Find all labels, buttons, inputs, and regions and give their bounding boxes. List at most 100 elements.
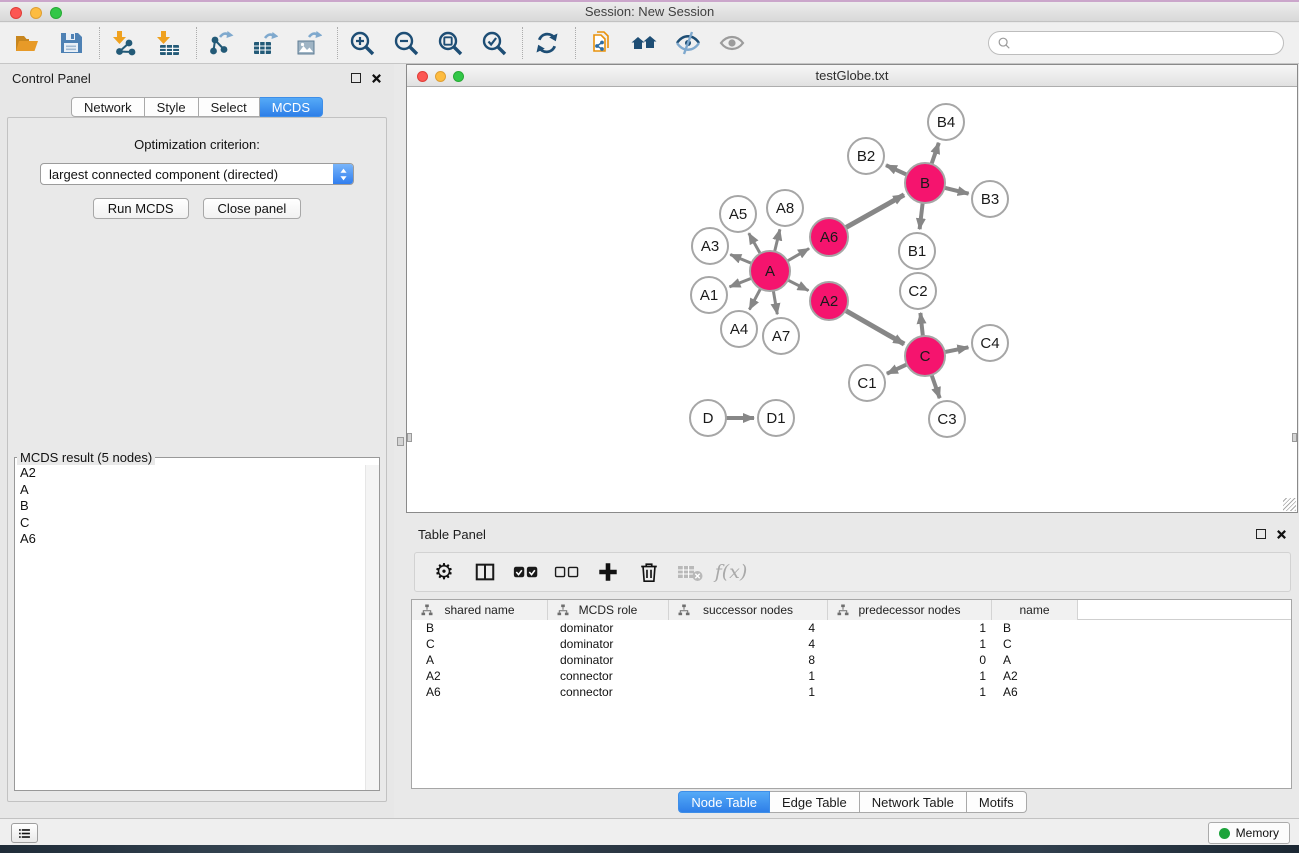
table-cell[interactable]: dominator xyxy=(548,621,669,635)
mcds-result-item[interactable]: A2 xyxy=(15,465,379,482)
export-table-icon[interactable] xyxy=(247,26,283,60)
table-row[interactable]: Bdominator41B xyxy=(412,620,1291,636)
show-graphics-details-icon[interactable] xyxy=(670,26,706,60)
import-network-icon[interactable] xyxy=(106,26,142,60)
table-cell[interactable]: 1 xyxy=(828,685,992,699)
search-box[interactable] xyxy=(988,31,1284,55)
delete-row-icon[interactable] xyxy=(636,559,662,585)
table-row[interactable]: Adominator80A xyxy=(412,652,1291,668)
table-cell[interactable]: C xyxy=(992,637,1078,651)
table-cell[interactable]: connector xyxy=(548,669,669,683)
tab-select[interactable]: Select xyxy=(199,97,260,117)
table-cell[interactable]: dominator xyxy=(548,653,669,667)
table-cell[interactable]: C xyxy=(412,637,548,651)
graph-node-A4[interactable]: A4 xyxy=(721,311,757,347)
table-row[interactable]: A2connector11A2 xyxy=(412,668,1291,684)
tab-style[interactable]: Style xyxy=(145,97,199,117)
close-window-button[interactable] xyxy=(10,7,22,19)
show-columns-icon[interactable] xyxy=(472,559,498,585)
table-cell[interactable]: A6 xyxy=(992,685,1078,699)
splitter-handle[interactable] xyxy=(397,437,404,446)
apply-layout-icon[interactable] xyxy=(529,26,565,60)
close-panel-button[interactable]: Close panel xyxy=(203,198,302,219)
column-header-name[interactable]: name xyxy=(992,600,1078,620)
table-cell[interactable]: connector xyxy=(548,685,669,699)
zoom-window-button[interactable] xyxy=(50,7,62,19)
graph-node-C3[interactable]: C3 xyxy=(929,401,965,437)
node-table[interactable]: shared nameMCDS rolesuccessor nodesprede… xyxy=(411,599,1292,789)
column-header-shared-name[interactable]: shared name xyxy=(412,600,548,620)
close-panel-icon[interactable] xyxy=(371,73,382,84)
mcds-result-item[interactable]: B xyxy=(15,498,379,515)
table-cell[interactable]: 0 xyxy=(828,653,992,667)
table-cell[interactable]: 1 xyxy=(669,685,828,699)
table-cell[interactable]: 4 xyxy=(669,621,828,635)
column-header-predecessor-nodes[interactable]: predecessor nodes xyxy=(828,600,992,620)
column-header-mcds-role[interactable]: MCDS role xyxy=(548,600,669,620)
memory-button[interactable]: Memory xyxy=(1208,822,1290,844)
graph-node-C2[interactable]: C2 xyxy=(900,273,936,309)
export-image-icon[interactable] xyxy=(291,26,327,60)
run-mcds-button[interactable]: Run MCDS xyxy=(93,198,189,219)
export-network-icon[interactable] xyxy=(203,26,239,60)
graph-node-A8[interactable]: A8 xyxy=(767,190,803,226)
graph-node-B4[interactable]: B4 xyxy=(928,104,964,140)
table-cell[interactable]: 1 xyxy=(828,621,992,635)
select-all-icon[interactable] xyxy=(513,559,539,585)
graph-node-B[interactable]: B xyxy=(905,163,945,203)
table-cell[interactable]: 1 xyxy=(828,637,992,651)
zoom-in-icon[interactable] xyxy=(344,26,380,60)
save-session-icon[interactable] xyxy=(53,26,89,60)
zoom-out-icon[interactable] xyxy=(388,26,424,60)
window-edge-handle-right[interactable] xyxy=(1292,433,1297,442)
task-history-button[interactable] xyxy=(11,823,38,843)
zoom-selected-icon[interactable] xyxy=(476,26,512,60)
float-panel-icon[interactable] xyxy=(351,73,361,83)
tab-network[interactable]: Network xyxy=(71,97,145,117)
graph-node-A7[interactable]: A7 xyxy=(763,318,799,354)
table-row[interactable]: Cdominator41C xyxy=(412,636,1291,652)
network-zoom-button[interactable] xyxy=(453,71,464,82)
table-cell[interactable]: A2 xyxy=(412,669,548,683)
graph-node-B3[interactable]: B3 xyxy=(972,181,1008,217)
graph-node-D[interactable]: D xyxy=(690,400,726,436)
graph-node-C[interactable]: C xyxy=(905,336,945,376)
table-row[interactable]: A6connector11A6 xyxy=(412,684,1291,700)
table-cell[interactable]: B xyxy=(412,621,548,635)
graph-node-A1[interactable]: A1 xyxy=(691,277,727,313)
table-settings-icon[interactable]: ⚙ xyxy=(431,559,457,585)
mcds-result-list[interactable]: A2ABCA6 xyxy=(15,465,379,790)
network-canvas[interactable]: AA1A2A3A4A5A6A7A8BB1B2B3B4CC1C2C3C4DD1 xyxy=(407,88,1297,512)
graph-node-C1[interactable]: C1 xyxy=(849,365,885,401)
unselect-all-icon[interactable] xyxy=(554,559,580,585)
graph-node-B2[interactable]: B2 xyxy=(848,138,884,174)
graph-node-A5[interactable]: A5 xyxy=(720,196,756,232)
criterion-dropdown[interactable]: largest connected component (directed) xyxy=(40,163,354,185)
add-row-icon[interactable] xyxy=(595,559,621,585)
tab-node-table[interactable]: Node Table xyxy=(678,791,770,813)
graph-node-A[interactable]: A xyxy=(750,251,790,291)
graph-node-A2[interactable]: A2 xyxy=(810,282,848,320)
close-table-panel-icon[interactable] xyxy=(1276,529,1287,540)
table-cell[interactable]: A6 xyxy=(412,685,548,699)
mcds-result-item[interactable]: A xyxy=(15,482,379,499)
network-window-titlebar[interactable]: testGlobe.txt xyxy=(407,65,1297,87)
minimize-window-button[interactable] xyxy=(30,7,42,19)
zoom-fit-icon[interactable] xyxy=(432,26,468,60)
graph-node-B1[interactable]: B1 xyxy=(899,233,935,269)
float-table-panel-icon[interactable] xyxy=(1256,529,1266,539)
table-cell[interactable]: 1 xyxy=(828,669,992,683)
graph-node-A6[interactable]: A6 xyxy=(810,218,848,256)
new-network-from-selection-icon[interactable] xyxy=(582,26,618,60)
tab-edge-table[interactable]: Edge Table xyxy=(770,791,860,813)
tab-motifs[interactable]: Motifs xyxy=(967,791,1027,813)
mcds-result-item[interactable]: C xyxy=(15,515,379,532)
tab-network-table[interactable]: Network Table xyxy=(860,791,967,813)
table-cell[interactable]: 4 xyxy=(669,637,828,651)
table-cell[interactable]: A xyxy=(412,653,548,667)
table-cell[interactable]: 8 xyxy=(669,653,828,667)
network-close-button[interactable] xyxy=(417,71,428,82)
table-cell[interactable]: B xyxy=(992,621,1078,635)
open-file-icon[interactable] xyxy=(9,26,45,60)
import-table-icon[interactable] xyxy=(150,26,186,60)
